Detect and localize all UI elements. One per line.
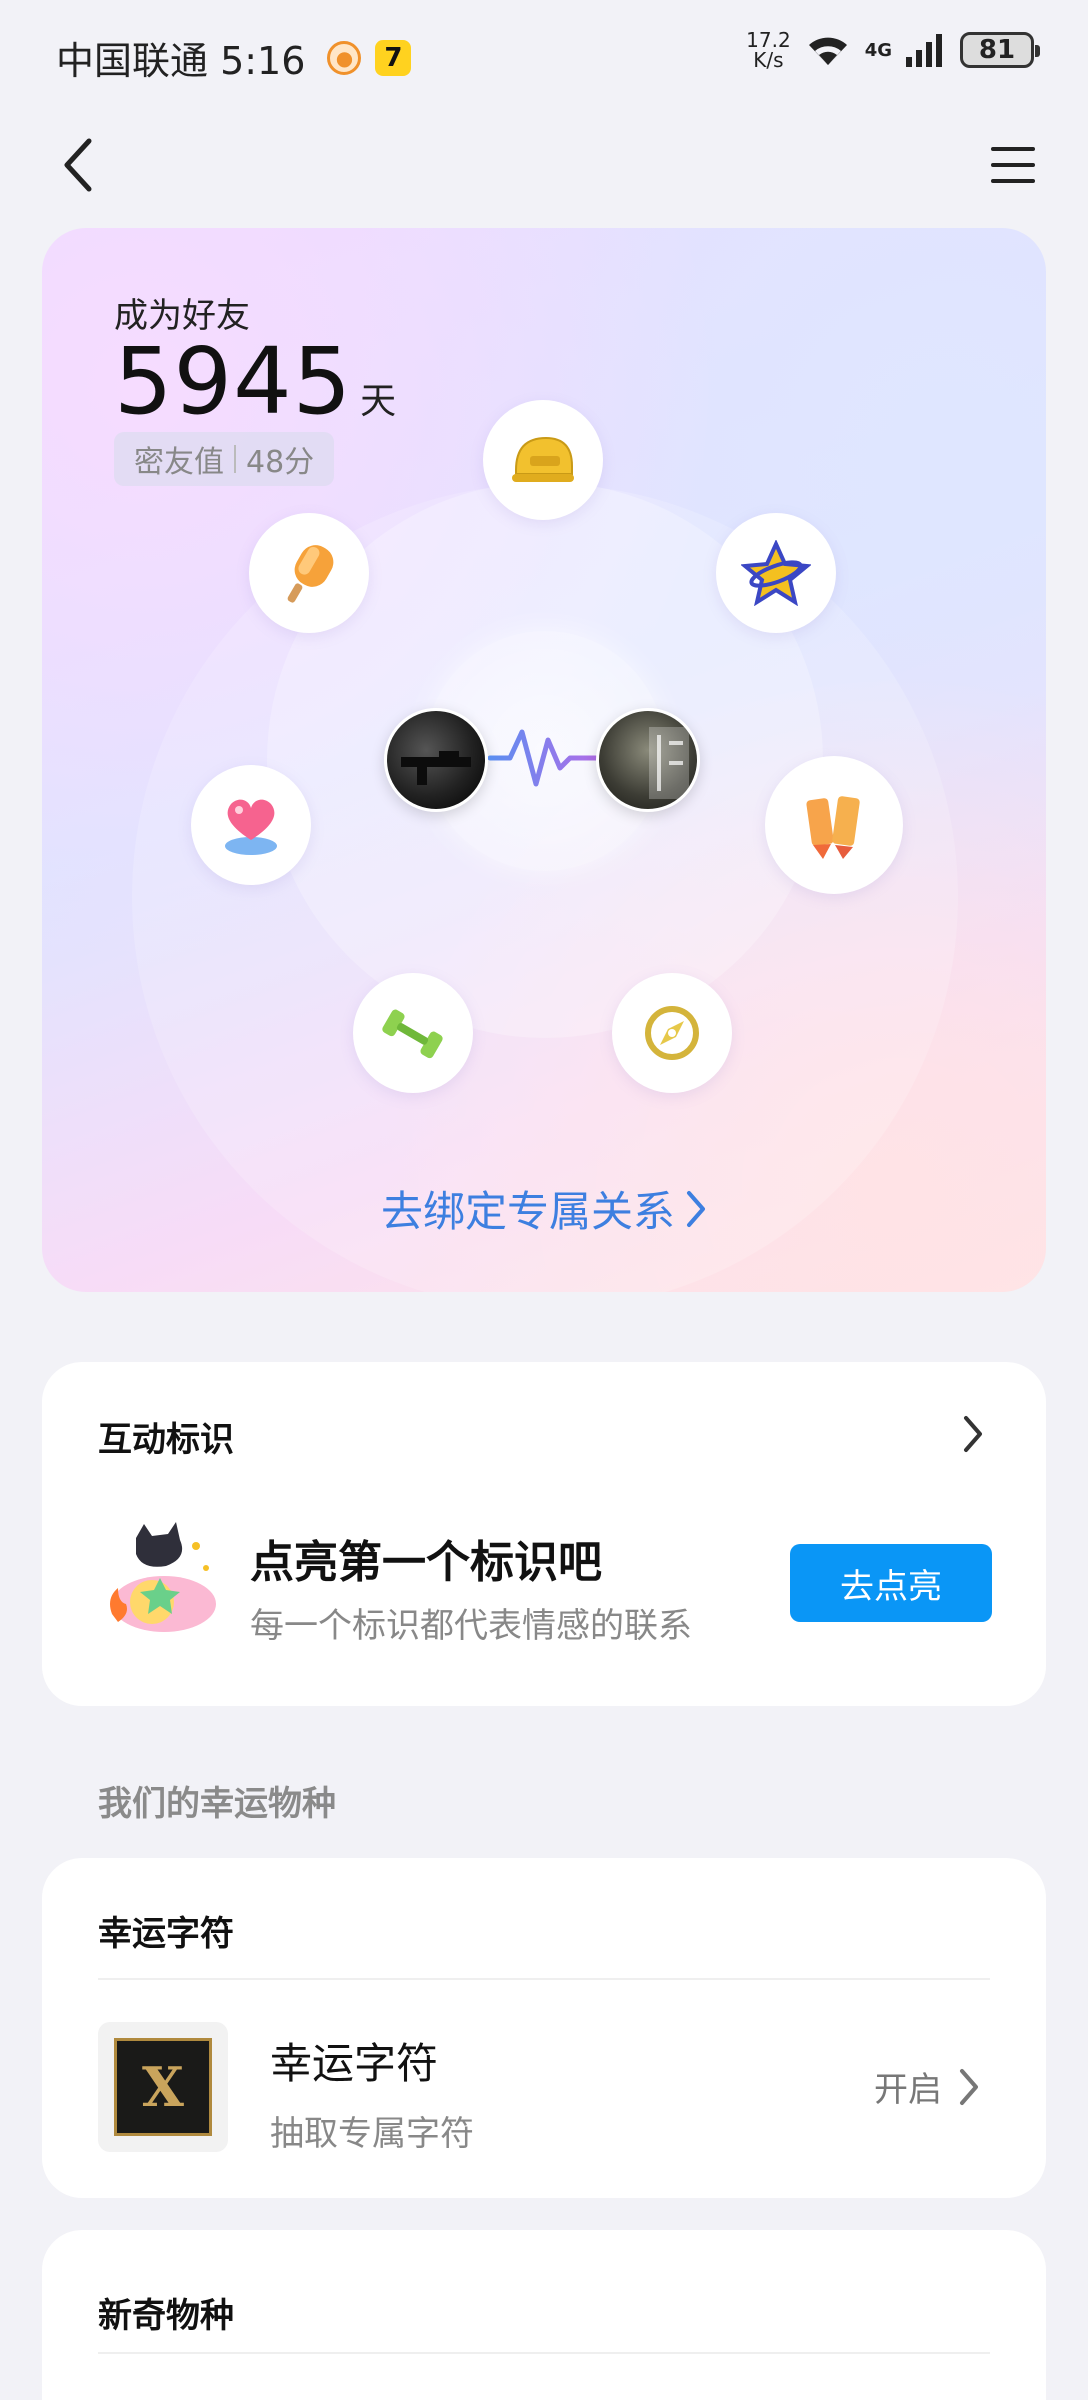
wifi-icon	[808, 37, 847, 65]
menu-button[interactable]	[978, 135, 1048, 195]
helmet-icon	[512, 436, 574, 482]
popsicle-icon	[287, 545, 334, 603]
compass-icon	[645, 1006, 699, 1060]
interaction-more-button[interactable]	[962, 1414, 984, 1458]
friend-avatar[interactable]	[596, 708, 700, 812]
novel-species-card: 新奇物种	[42, 2230, 1046, 2400]
lucky-char-card: 幸运字符 X 幸运字符 抽取专属字符 开启	[42, 1858, 1046, 2198]
app-notification-icon: ●	[327, 40, 362, 75]
dumbbell-badge[interactable]	[353, 973, 473, 1093]
carrier-time: 中国联通 5:16	[56, 39, 306, 83]
star-icon	[741, 540, 811, 606]
heartbeat-wave-icon	[488, 729, 598, 787]
lucky-char-name: 幸运字符	[270, 2039, 439, 2088]
heart-icon	[225, 799, 277, 855]
friendship-card: 成为好友 5945 天 密友值 48分 去绑定专属关系	[42, 228, 1046, 1292]
divider	[98, 1978, 990, 1980]
lucky-char-letter: X	[114, 2038, 212, 2136]
lucky-char-title: 幸运字符	[98, 1914, 234, 1954]
interaction-subtitle: 每一个标识都代表情感的联系	[250, 1606, 692, 1646]
screen: 中国联通 5:16 ● 7 17.2 K/s 4G 81 成为好友 5945 天…	[0, 0, 1088, 2400]
compass-badge[interactable]	[612, 973, 732, 1093]
net-speed: 17.2 K/s	[746, 28, 791, 72]
menu-icon	[991, 147, 1035, 151]
app-notification-icon-2: 7	[375, 39, 412, 76]
battery-level: 81	[978, 35, 1016, 65]
network-type: 4G	[864, 39, 892, 61]
crayons-badge[interactable]	[765, 756, 903, 894]
status-right: 17.2 K/s 4G 81	[746, 28, 1040, 72]
chevron-right-icon	[964, 1416, 982, 1452]
back-button[interactable]	[48, 130, 108, 200]
interaction-headline: 点亮第一个标识吧	[250, 1537, 602, 1588]
battery-icon: 81	[960, 32, 1040, 68]
lucky-section-label: 我们的幸运物种	[98, 1784, 336, 1824]
crayons-icon	[806, 796, 860, 859]
heart-badge[interactable]	[191, 765, 311, 885]
friend-days: 5945 天	[114, 328, 396, 435]
lucky-char-state: 开启	[874, 2070, 942, 2110]
chevron-right-icon	[687, 1190, 705, 1227]
chevron-right-icon	[960, 2068, 978, 2105]
back-arrow-icon	[64, 138, 92, 192]
intimacy-label: 密友值	[134, 445, 224, 480]
lucky-char-subtitle: 抽取专属字符	[270, 2114, 474, 2154]
helmet-badge[interactable]	[483, 400, 603, 520]
bind-relationship-label: 去绑定专属关系	[380, 1187, 675, 1236]
cat-sticker-icon	[110, 1522, 216, 1632]
my-avatar[interactable]	[384, 708, 488, 812]
interaction-card: 互动标识 点亮第一个标识吧 每一个标识都代表情感的联系 去点亮	[42, 1362, 1046, 1706]
intimacy-badge[interactable]: 密友值 48分	[114, 432, 335, 486]
status-bar: 中国联通 5:16 ● 7 17.2 K/s 4G 81	[0, 0, 1088, 110]
intimacy-value: 48分	[246, 445, 315, 480]
interaction-title: 互动标识	[98, 1420, 234, 1460]
intimacy-divider	[234, 445, 236, 473]
lucky-char-open-button[interactable]: 开启	[874, 2062, 980, 2111]
friend-days-number: 5945	[114, 328, 353, 435]
friend-days-unit: 天	[360, 381, 397, 422]
signal-icon	[906, 34, 942, 67]
divider	[98, 2352, 990, 2354]
star-badge[interactable]	[716, 513, 836, 633]
bind-relationship-link[interactable]: 去绑定专属关系	[42, 1178, 1046, 1239]
popsicle-badge[interactable]	[249, 513, 369, 633]
novel-species-title: 新奇物种	[98, 2296, 234, 2336]
status-left: 中国联通 5:16 ● 7	[56, 30, 412, 85]
light-up-button[interactable]: 去点亮	[790, 1544, 992, 1622]
dumbbell-icon	[382, 1009, 443, 1059]
lucky-char-thumbnail: X	[98, 2022, 228, 2152]
